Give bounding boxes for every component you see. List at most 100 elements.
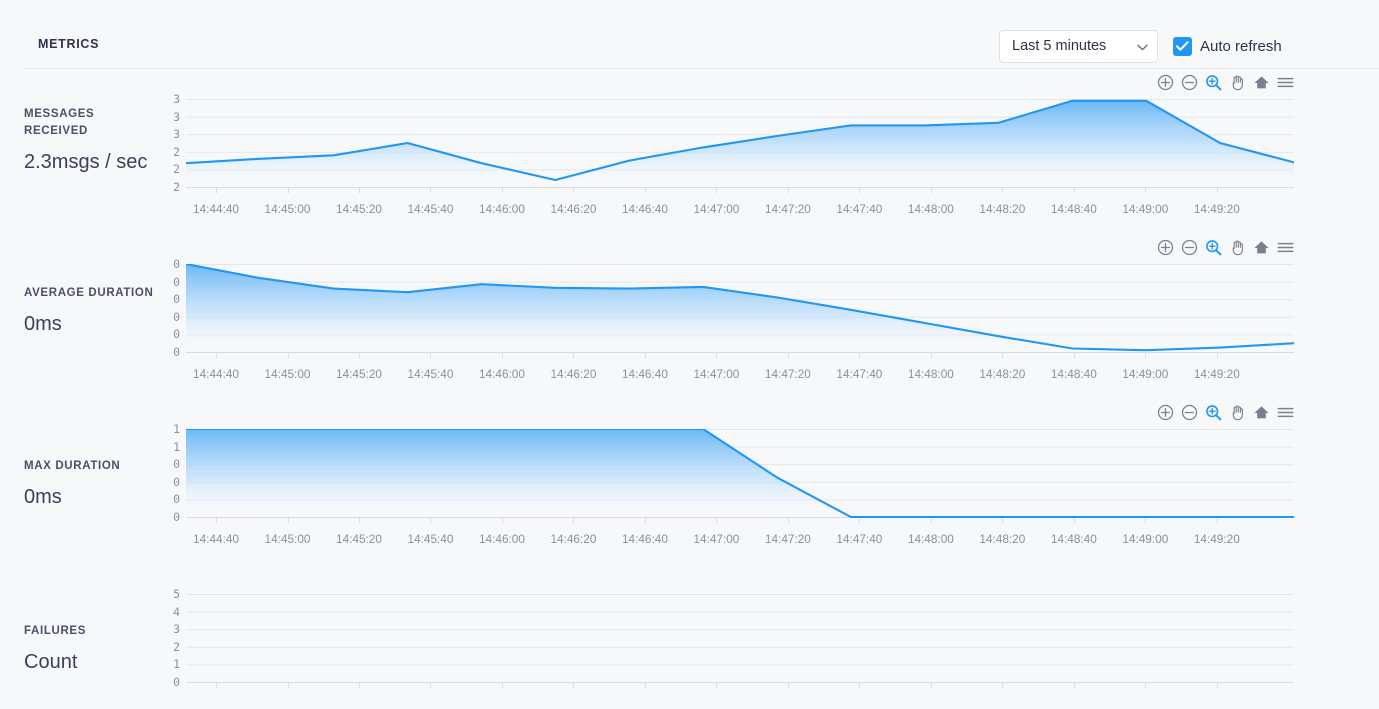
x-axis-tick: 14:47:00 [693,202,740,216]
header-divider [24,68,1379,69]
x-axis-tick: 14:47:40 [836,202,883,216]
chart-plot-average-duration[interactable] [186,264,1294,366]
chart-plot-failures[interactable] [186,594,1294,696]
y-axis-tick: 0 [173,474,180,489]
y-axis-tick: 5 [173,587,180,601]
home-icon[interactable] [1253,404,1270,421]
x-axis-tick: 14:48:40 [1050,532,1097,546]
metric-messages-received-value: 2.3msgs / sec [24,151,148,173]
metric-average-duration-title: AVERAGE DURATION [24,287,154,299]
x-axis-tick: 14:48:20 [979,202,1026,216]
y-axis-tick: 2 [173,162,180,177]
dashboard-header: METRICS Last 5 minutes Auto refresh [0,0,1379,69]
metric-max-duration-title: MAX DURATION [24,460,121,472]
y-axis-tick: 3 [173,92,180,106]
zoom-selection-icon[interactable] [1205,404,1222,421]
y-axis-tick: 2 [173,144,180,159]
x-axis-tick: 14:49:20 [1193,367,1240,381]
y-axis-tick: 2 [173,639,180,654]
y-axis-tick: 0 [173,274,180,289]
x-axis-tick: 14:45:20 [336,532,382,546]
x-axis-tick: 14:48:20 [979,532,1026,546]
zoom-out-icon[interactable] [1181,74,1198,91]
x-axis-tick: 14:48:00 [907,202,954,216]
x-axis-tick: 14:46:40 [621,367,668,381]
y-axis-tick: 0 [173,292,180,307]
x-axis-tick: 14:46:20 [550,202,597,216]
metrics-dashboard: METRICS Last 5 minutes Auto refresh MESS… [0,0,1379,709]
x-axis-tick: 14:47:00 [693,532,740,546]
metric-average-duration-value: 0ms [24,313,62,335]
x-axis-tick: 14:46:40 [621,532,668,546]
y-axis-tick: 0 [173,510,180,524]
x-axis-tick: 14:47:20 [764,367,811,381]
time-range-select[interactable]: Last 5 minutes [999,30,1158,63]
chart-plot-messages-received[interactable] [186,99,1294,201]
zoom-in-icon[interactable] [1157,239,1174,256]
y-axis-tick: 1 [173,439,180,454]
auto-refresh-checkbox[interactable] [1173,36,1192,56]
x-axis-tick: 14:47:20 [764,532,811,546]
x-axis-tick: 14:46:40 [621,202,668,216]
zoom-out-icon[interactable] [1181,404,1198,421]
x-axis-tick: 14:48:40 [1050,367,1097,381]
chart-toolbar [1157,74,1294,91]
y-axis-tick: 3 [173,109,180,124]
x-axis-tick: 14:45:00 [264,202,311,216]
y-axis-tick: 0 [173,327,180,342]
home-icon[interactable] [1253,74,1270,91]
x-axis-tick: 14:45:40 [407,202,454,216]
chart-toolbar [1157,404,1294,421]
x-axis-tick: 14:44:40 [193,367,239,381]
menu-icon[interactable] [1277,74,1294,91]
x-axis-tick: 14:45:40 [407,367,454,381]
x-axis-tick: 14:45:20 [336,367,382,381]
x-axis-tick: 14:49:20 [1193,532,1240,546]
x-axis-tick: 14:48:00 [907,532,954,546]
x-axis-tick: 14:47:00 [693,367,740,381]
x-axis-tick: 14:45:40 [407,532,454,546]
chart-toolbar [1157,239,1294,256]
zoom-out-icon[interactable] [1181,239,1198,256]
auto-refresh-toggle[interactable]: Auto refresh [1173,35,1282,57]
y-axis-tick: 0 [173,309,180,324]
menu-icon[interactable] [1277,239,1294,256]
x-axis-tick: 14:46:00 [478,532,525,546]
x-axis-tick: 14:46:20 [550,532,597,546]
time-range-value: Last 5 minutes [1012,38,1107,54]
x-axis-tick: 14:47:20 [764,202,811,216]
x-axis-tick: 14:45:20 [336,202,382,216]
y-axis-tick: 4 [173,604,180,619]
x-axis-tick: 14:46:00 [478,202,525,216]
y-axis-tick: 0 [173,257,180,271]
menu-icon[interactable] [1277,404,1294,421]
metric-failures-value: Count [24,651,78,673]
x-axis-tick: 14:45:00 [264,532,311,546]
pan-icon[interactable] [1229,239,1246,256]
metric-average-duration-label-group: AVERAGE DURATION 0ms [24,285,154,337]
pan-icon[interactable] [1229,74,1246,91]
metric-messages-received-title: MESSAGES RECEIVED [24,108,95,137]
chevron-down-icon [1137,44,1148,51]
zoom-selection-icon[interactable] [1205,239,1222,256]
home-icon[interactable] [1253,239,1270,256]
zoom-selection-icon[interactable] [1205,74,1222,91]
x-axis-tick: 14:49:20 [1193,202,1240,216]
x-axis-tick: 14:44:40 [193,202,239,216]
metric-failures-title: FAILURES [24,625,87,637]
metric-messages-received-label-group: MESSAGES RECEIVED 2.3msgs / sec [24,106,154,175]
y-axis-tick: 3 [173,127,180,142]
y-axis-tick: 1 [173,422,180,436]
zoom-in-icon[interactable] [1157,404,1174,421]
x-axis-tick: 14:48:40 [1050,202,1097,216]
auto-refresh-label: Auto refresh [1200,37,1282,55]
y-axis-tick: 3 [173,622,180,637]
x-axis-tick: 14:49:00 [1122,367,1169,381]
x-axis-tick: 14:44:40 [193,532,239,546]
pan-icon[interactable] [1229,404,1246,421]
x-axis-tick: 14:47:40 [836,367,883,381]
x-axis-tick: 14:49:00 [1122,532,1169,546]
y-axis-tick: 0 [173,345,180,359]
chart-plot-max-duration[interactable] [186,429,1294,531]
zoom-in-icon[interactable] [1157,74,1174,91]
